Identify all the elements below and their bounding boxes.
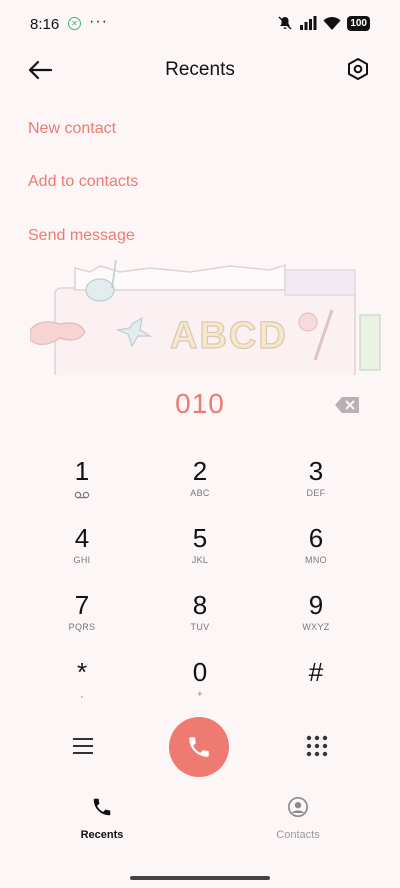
tab-recents[interactable]: Recents <box>52 796 152 841</box>
key-digit: * <box>76 657 88 687</box>
contact-person-icon <box>288 797 308 817</box>
home-indicator[interactable] <box>130 876 270 880</box>
key-letters: ABC <box>190 488 210 498</box>
key-5[interactable]: 5 JKL <box>140 523 260 583</box>
tab-label: Recents <box>80 829 124 841</box>
key-digit: 2 <box>192 456 208 486</box>
decorative-illustration: ABCD <box>30 260 381 375</box>
phone-icon <box>93 798 111 816</box>
send-message-link[interactable]: Send message <box>28 227 135 245</box>
battery-indicator: 100 <box>347 15 370 31</box>
key-letters: MNO <box>305 555 327 565</box>
phone-icon <box>189 737 209 757</box>
settings-icon[interactable] <box>346 57 370 81</box>
key-letters: + <box>197 689 203 699</box>
notification-icon: ✕ <box>68 17 81 30</box>
key-letters: PQRS <box>68 622 96 632</box>
illustration-text: ABCD <box>170 315 288 357</box>
key-letters: WXYZ <box>302 622 330 632</box>
key-0[interactable]: 0 + <box>140 657 260 717</box>
key-hash[interactable]: # <box>256 657 376 717</box>
signal-icon <box>300 16 317 30</box>
dialpad-grid-icon[interactable] <box>305 734 329 758</box>
top-bar: Recents <box>0 48 400 92</box>
key-digit: 6 <box>308 523 324 553</box>
key-digit: 1 <box>74 456 90 486</box>
key-letters: GHI <box>73 555 91 565</box>
tab-contacts[interactable]: Contacts <box>248 796 348 841</box>
key-4[interactable]: 4 GHI <box>22 523 142 583</box>
backspace-icon[interactable] <box>334 396 360 414</box>
key-9[interactable]: 9 WXYZ <box>256 590 376 650</box>
key-letters: TUV <box>190 622 210 632</box>
call-button[interactable] <box>169 717 229 777</box>
new-contact-link[interactable]: New contact <box>28 120 116 138</box>
key-digit: 5 <box>192 523 208 553</box>
page-title: Recents <box>165 59 235 80</box>
key-digit: # <box>308 657 324 687</box>
key-digit: 8 <box>192 590 208 620</box>
voicemail-icon <box>74 491 90 499</box>
key-7[interactable]: 7 PQRS <box>22 590 142 650</box>
key-1[interactable]: 1 <box>22 456 142 516</box>
key-digit: 4 <box>74 523 90 553</box>
key-6[interactable]: 6 MNO <box>256 523 376 583</box>
mute-icon <box>278 16 292 30</box>
key-star[interactable]: * , <box>22 657 142 717</box>
key-digit: 9 <box>308 590 324 620</box>
status-time: 8:16 <box>30 16 60 33</box>
key-digit: 7 <box>74 590 90 620</box>
key-letters: , <box>80 689 84 699</box>
menu-icon[interactable] <box>70 733 96 759</box>
more-notifications-icon: ··· <box>89 13 108 30</box>
key-letters: JKL <box>191 555 209 565</box>
key-letters: DEF <box>306 488 326 498</box>
status-bar: 8:16 ✕ ··· 100 <box>0 0 400 48</box>
key-digit: 0 <box>192 657 208 687</box>
key-8[interactable]: 8 TUV <box>140 590 260 650</box>
key-digit: 3 <box>308 456 324 486</box>
key-2[interactable]: 2 ABC <box>140 456 260 516</box>
wifi-icon <box>323 16 341 30</box>
key-3[interactable]: 3 DEF <box>256 456 376 516</box>
tab-label: Contacts <box>276 829 320 841</box>
add-to-contacts-link[interactable]: Add to contacts <box>28 173 138 191</box>
